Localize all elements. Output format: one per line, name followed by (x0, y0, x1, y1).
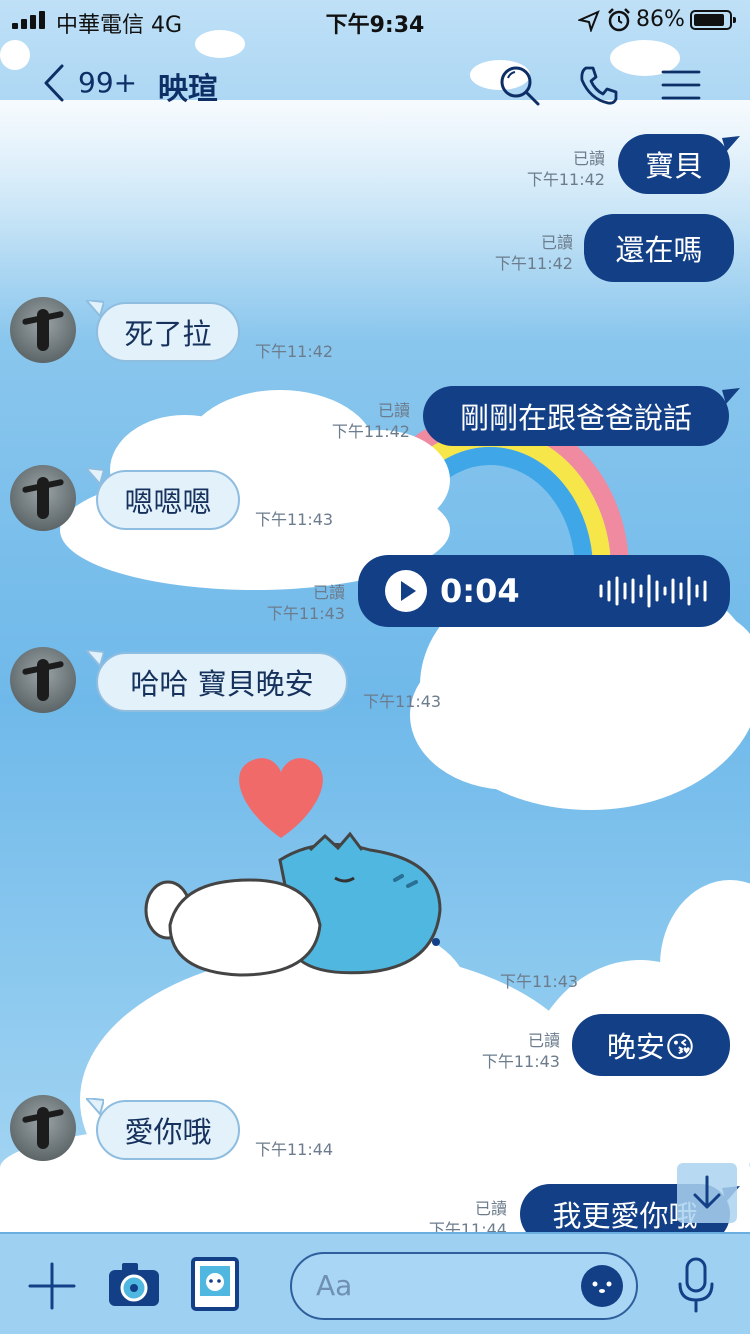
message-text: 哈哈 寶貝晚安 (130, 667, 314, 701)
avatar[interactable] (10, 297, 76, 363)
message-time: 下午11:42 (494, 254, 573, 273)
incoming-message-bubble[interactable]: 死了拉 (96, 302, 240, 362)
message-time: 下午11:44 (255, 1140, 334, 1159)
message-time: 下午11:42 (331, 422, 410, 441)
emoji-icon[interactable] (580, 1264, 624, 1308)
message-meta: 已讀 下午11:43 (482, 1030, 560, 1072)
microphone-icon[interactable] (676, 1256, 716, 1314)
message-meta: 已讀 下午11:42 (527, 148, 605, 190)
message-text: 剛剛在跟爸爸說話 (459, 401, 692, 435)
search-icon[interactable] (496, 62, 542, 108)
voice-message-bubble[interactable]: 0:04 (358, 555, 730, 627)
play-icon[interactable] (384, 569, 428, 613)
message-time: 下午11:43 (363, 692, 442, 711)
location-icon (578, 10, 600, 32)
alarm-icon (608, 8, 630, 32)
voice-duration: 0:04 (440, 572, 520, 610)
bubble-tail (722, 136, 740, 152)
status-bar: 中華電信 4G 下午9:34 86% (0, 0, 750, 40)
chat-header: 99+ 映瑄 (0, 46, 750, 122)
read-receipt: 已讀 (474, 1199, 507, 1218)
avatar[interactable] (10, 647, 76, 713)
message-meta: 已讀 下午11:42 (495, 232, 573, 274)
incoming-message-bubble[interactable]: 愛你哦 (96, 1100, 240, 1160)
incoming-message-bubble[interactable]: 哈哈 寶貝晚安 (96, 652, 348, 712)
photo-icon[interactable] (190, 1256, 240, 1312)
message-text: 愛你哦 (124, 1115, 212, 1149)
read-receipt: 已讀 (377, 401, 410, 420)
message-text: 嗯嗯嗯 (124, 485, 212, 519)
input-bar: Aa (0, 1232, 750, 1334)
message-time: 下午11:43 (255, 510, 334, 529)
camera-icon[interactable] (106, 1256, 162, 1312)
battery-percent: 86% (636, 7, 685, 32)
read-receipt: 已讀 (540, 233, 573, 252)
phone-icon[interactable] (576, 62, 622, 108)
menu-icon[interactable] (658, 62, 704, 108)
message-text: 寶貝 (644, 149, 703, 183)
read-receipt: 已讀 (572, 149, 605, 168)
message-text: 晚安😘 (606, 1030, 696, 1064)
outgoing-message-bubble[interactable]: 剛剛在跟爸爸說話 (423, 386, 729, 446)
unread-count[interactable]: 99+ (78, 66, 137, 99)
read-receipt: 已讀 (312, 583, 345, 602)
back-chevron-icon[interactable] (38, 60, 78, 106)
message-text: 還在嗎 (615, 233, 703, 267)
battery-icon (690, 10, 736, 30)
heart-icon (239, 758, 323, 838)
message-time: 下午11:43 (500, 972, 579, 991)
message-input[interactable]: Aa (290, 1252, 638, 1320)
message-meta: 已讀 下午11:42 (332, 400, 410, 442)
incoming-message-bubble[interactable]: 嗯嗯嗯 (96, 470, 240, 530)
message-text: 我更愛你哦 (552, 1199, 698, 1233)
outgoing-message-bubble[interactable]: 還在嗎 (584, 214, 734, 282)
message-text: 死了拉 (124, 317, 212, 351)
scroll-down-icon (693, 1175, 721, 1209)
plus-icon[interactable] (26, 1260, 78, 1312)
message-meta: 已讀 下午11:43 (267, 582, 345, 624)
bubble-tail (722, 388, 740, 404)
outgoing-message-bubble[interactable]: 寶貝 (618, 134, 730, 194)
avatar[interactable] (10, 465, 76, 531)
outgoing-message-bubble[interactable]: 晚安😘 (572, 1014, 730, 1076)
message-time: 下午11:42 (255, 342, 334, 361)
waveform-icon (599, 574, 707, 608)
message-time: 下午11:43 (266, 604, 345, 623)
sticker-sleeping-dino[interactable] (140, 750, 460, 990)
contact-name: 映瑄 (158, 72, 218, 107)
read-receipt: 已讀 (527, 1031, 560, 1050)
scroll-down-button[interactable] (677, 1163, 737, 1223)
message-time: 下午11:43 (481, 1052, 560, 1071)
message-input-placeholder: Aa (316, 1269, 353, 1302)
message-time: 下午11:42 (526, 170, 605, 189)
avatar[interactable] (10, 1095, 76, 1161)
